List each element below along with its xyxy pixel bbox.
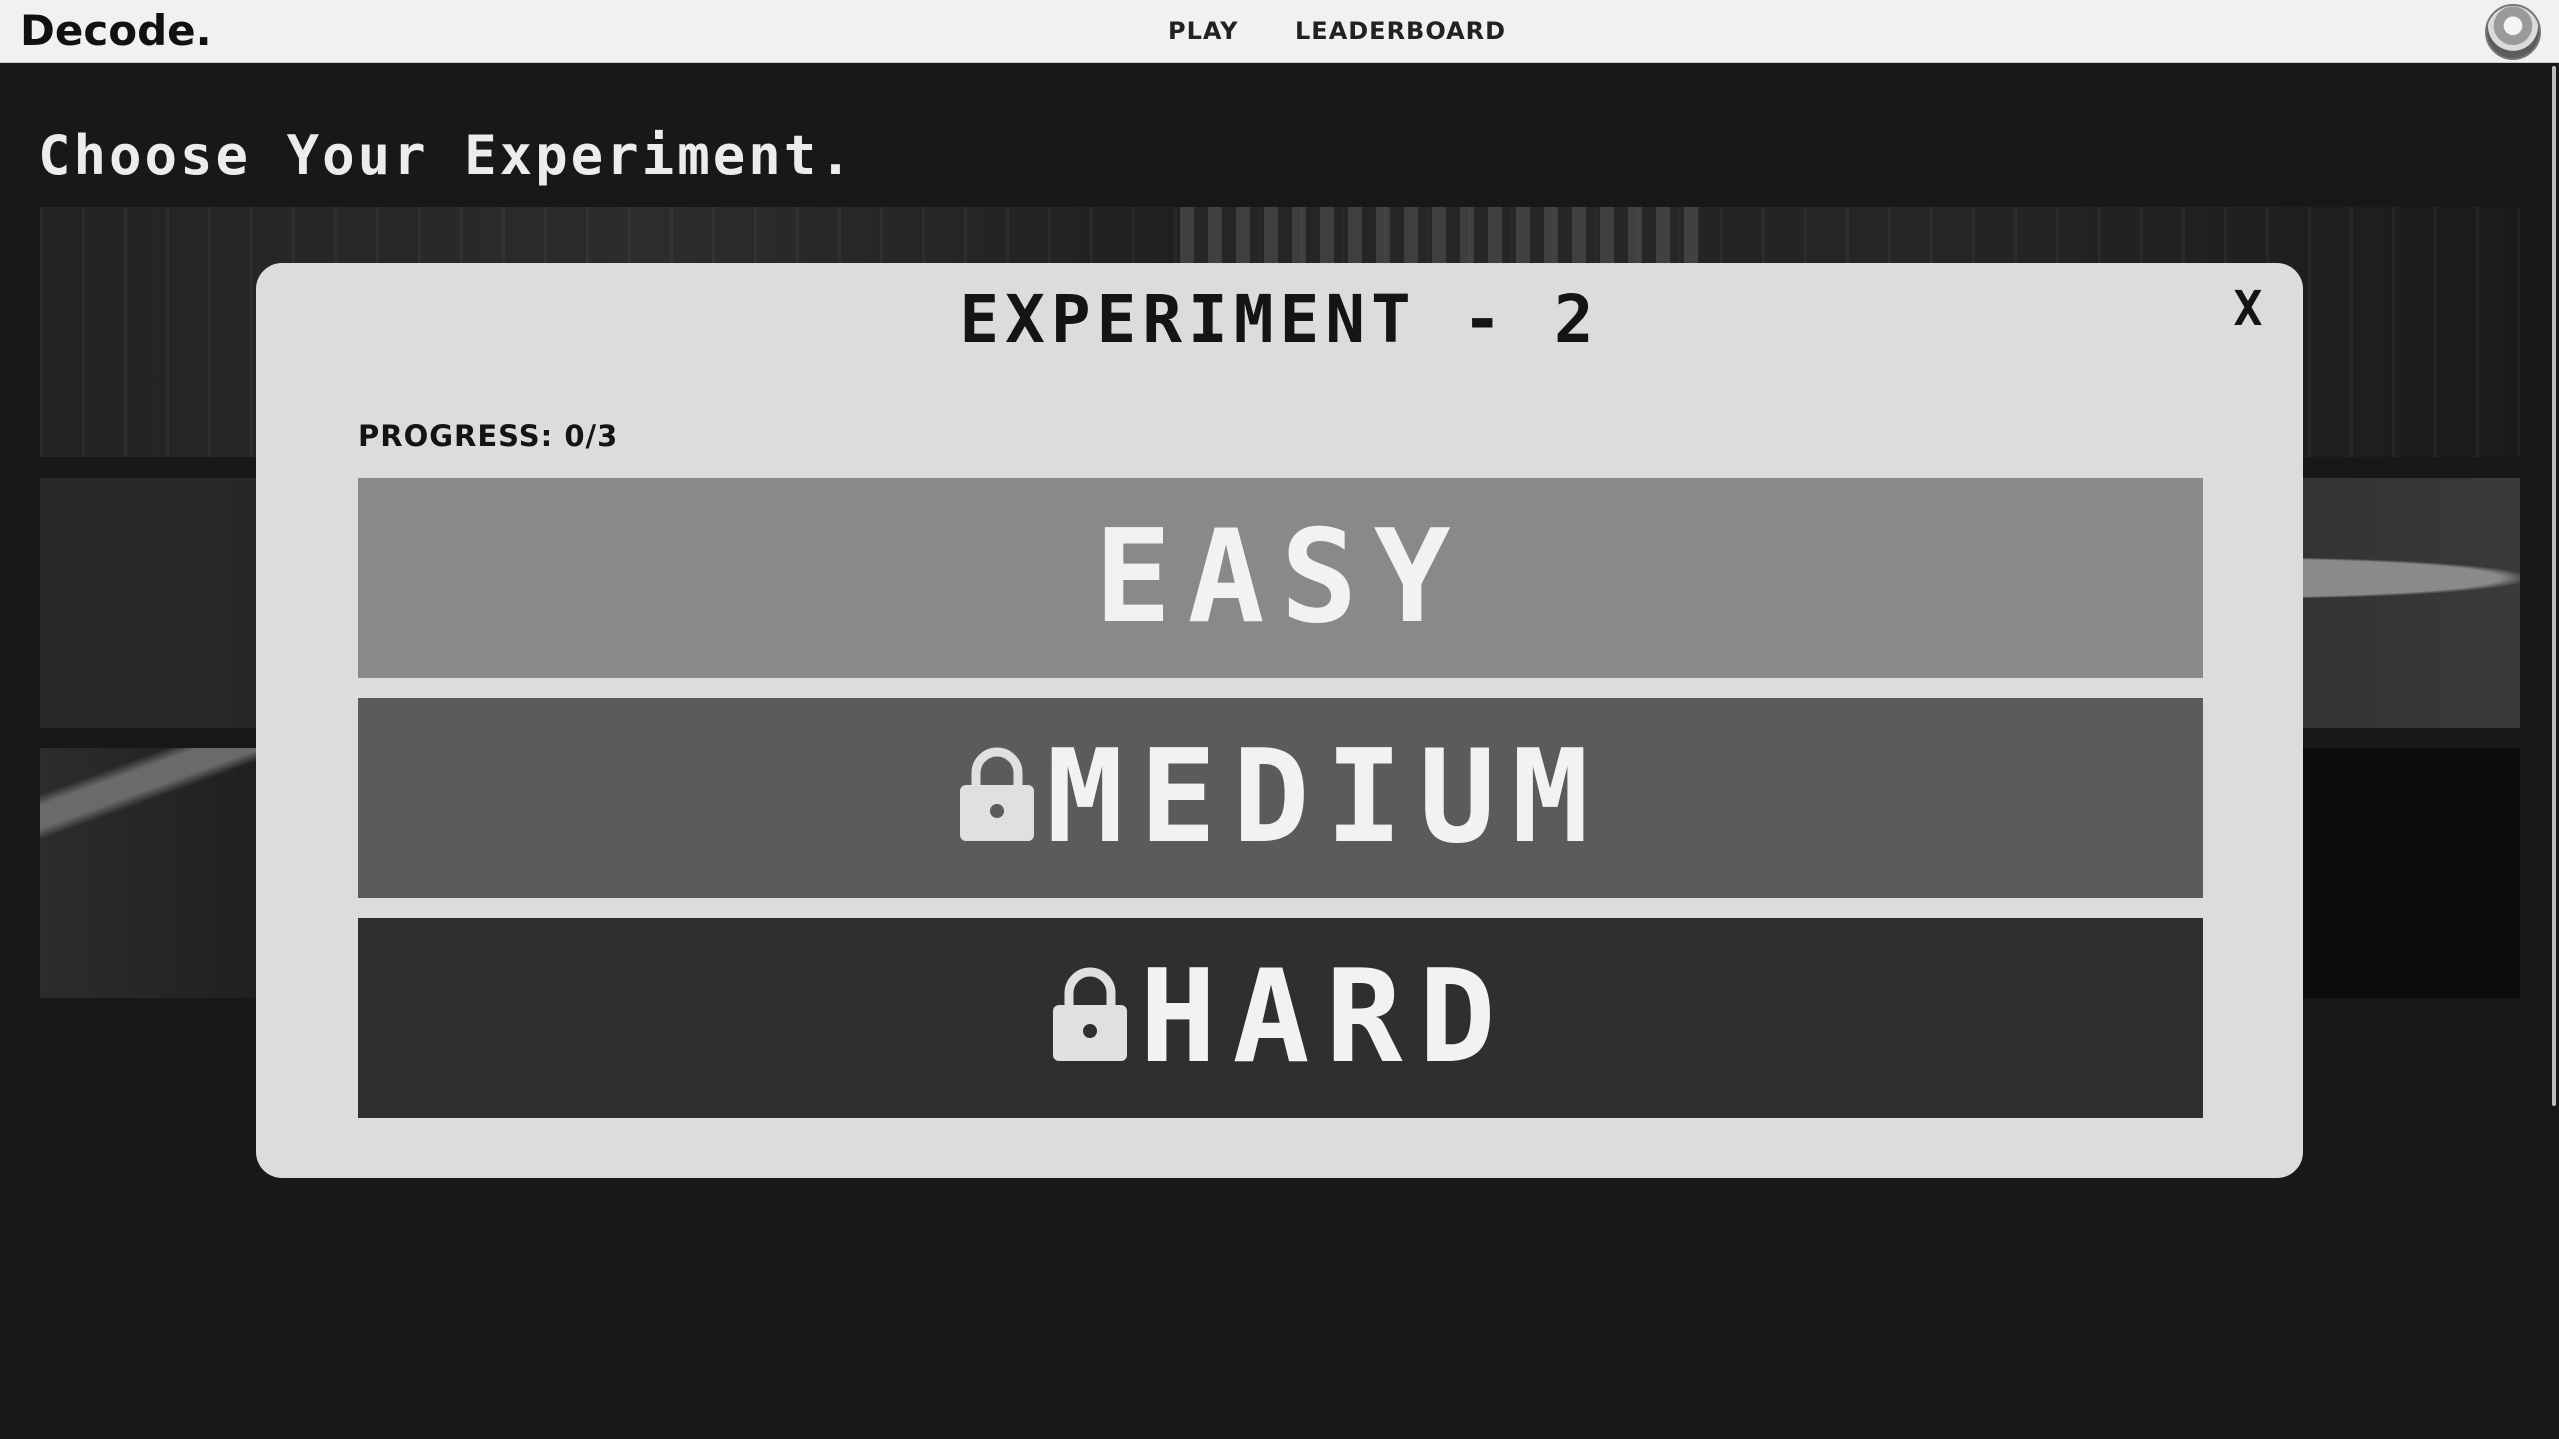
nav-play[interactable]: PLAY xyxy=(1168,17,1239,45)
level-easy-button[interactable]: EASY xyxy=(358,478,2203,678)
level-hard-label: HARD xyxy=(1139,943,1512,1092)
level-easy-label: EASY xyxy=(1094,503,1467,652)
experiment-modal: EXPERIMENT - 2 X PROGRESS: 0/3 EASY MEDI… xyxy=(256,263,2303,1178)
nav-leaderboard[interactable]: LEADERBOARD xyxy=(1295,17,1506,45)
modal-title: EXPERIMENT - 2 xyxy=(959,281,1600,358)
lock-icon xyxy=(960,747,1035,841)
level-medium-button[interactable]: MEDIUM xyxy=(358,698,2203,898)
lock-icon xyxy=(1053,967,1128,1061)
level-medium-label: MEDIUM xyxy=(1046,723,1605,872)
close-button[interactable]: X xyxy=(2223,281,2273,337)
user-avatar-icon[interactable] xyxy=(2485,4,2541,60)
progress-text: PROGRESS: 0/3 xyxy=(358,419,619,453)
page-title: Choose Your Experiment. xyxy=(38,124,855,187)
brand-logo[interactable]: Decode. xyxy=(20,6,212,56)
scrollbar[interactable] xyxy=(2552,66,2556,1106)
top-navbar: Decode. PLAY LEADERBOARD xyxy=(0,0,2559,63)
level-hard-button[interactable]: HARD xyxy=(358,918,2203,1118)
